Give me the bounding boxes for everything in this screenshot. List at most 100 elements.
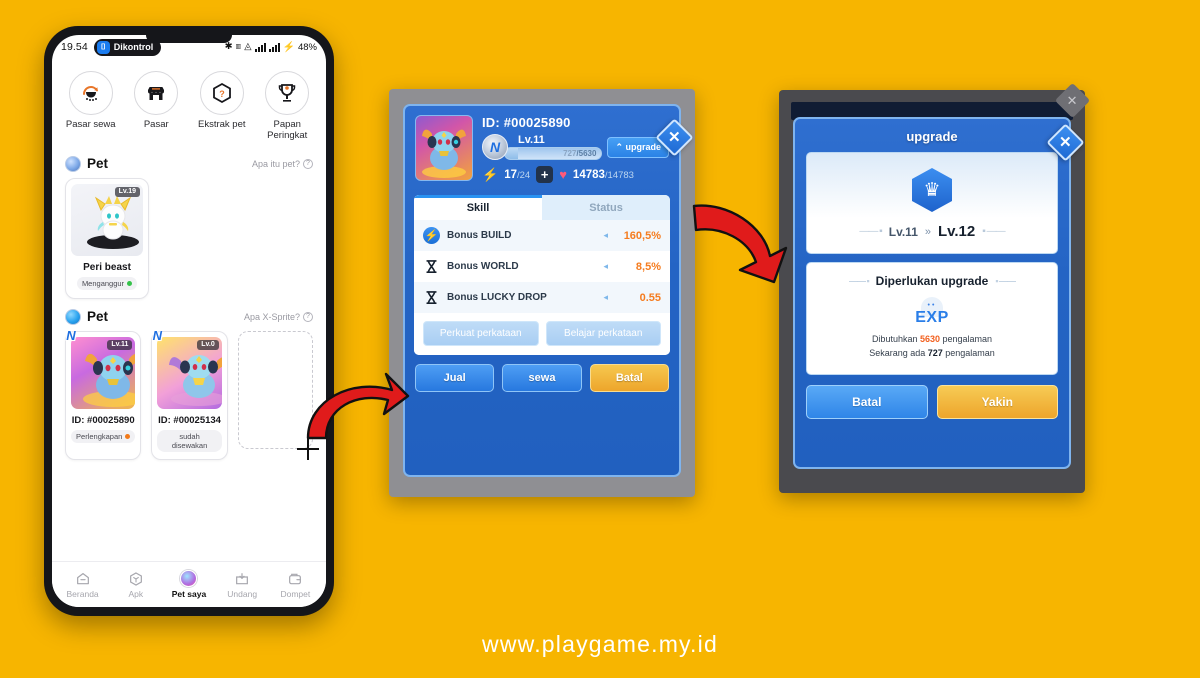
skill-value: 8,5% xyxy=(635,260,661,273)
signal-icon xyxy=(268,42,280,52)
level-preview-card: ♛ —— ▪ Lv.11 » Lv.12 ▪ —— xyxy=(806,152,1058,254)
pet-help-link[interactable]: Apa itu pet? ? xyxy=(251,158,313,169)
nav-label: Apk xyxy=(128,589,144,599)
strengthen-word-button[interactable]: Perkuat perkataan xyxy=(423,321,539,346)
requirement-card: —— ▪ Diperlukan upgrade ▪ —— •• EXP Dibu… xyxy=(806,262,1058,375)
xsprite-card-list: N Lv.11 ID: #00025890 Perlengkapan N Lv.… xyxy=(52,328,326,460)
status-dot-icon xyxy=(125,433,131,439)
upgrade-dialog-title: upgrade xyxy=(906,129,958,144)
rent-button[interactable]: sewa xyxy=(502,364,582,392)
upgrade-action-row: Batal Yakin xyxy=(795,384,1069,419)
xsprite-section-icon xyxy=(65,308,81,325)
pet-status-label: Menganggur xyxy=(81,278,125,288)
nav-item-undang[interactable]: Undang xyxy=(217,570,267,599)
pet-card[interactable]: N Lv.0 ID: #00025134 sudah disewakan xyxy=(151,328,228,460)
word-action-row: Perkuat perkataan Belajar perkataan xyxy=(414,313,670,355)
detail-action-row: Jual sewa Batal xyxy=(405,355,679,392)
pet-avatar-icon xyxy=(164,570,214,587)
requirement-title: Diperlukan upgrade xyxy=(875,274,989,288)
quick-action-ekstrak-pet[interactable]: ? Ekstrak pet xyxy=(191,71,253,142)
n-badge-icon: N xyxy=(152,328,163,344)
pet-help-label: Apa itu pet? xyxy=(251,158,300,169)
pet-level-badge: Lv.19 xyxy=(114,186,140,197)
quick-action-label: Pasar xyxy=(143,119,169,130)
xp-progress-bar: 727/5630 xyxy=(504,147,603,160)
xp-current: 727 xyxy=(563,149,577,158)
exp-icon: •• EXP xyxy=(911,297,953,327)
close-glyph: ✕ xyxy=(668,128,681,146)
energy-value: 17/24 xyxy=(504,168,531,181)
level-xp-stack: Lv.11 727/5630 xyxy=(504,134,603,160)
decor-line-left: —— ▪ xyxy=(848,276,870,286)
skill-row: Bonus WORLD ◂ 8,5% xyxy=(414,251,670,282)
nav-label: Beranda xyxy=(66,589,99,599)
decor-line-right: ▪ —— xyxy=(982,226,1005,237)
question-mark-icon: ? xyxy=(303,158,313,169)
pet-card[interactable]: Lv.19 Peri beast Menganggur xyxy=(65,177,149,299)
required-exp-line: Dibutuhkan 5630 pengalaman xyxy=(815,333,1049,347)
cancel-button[interactable]: Batal xyxy=(589,364,669,392)
section-header-xsprite: Pet Apa X-Sprite? ? xyxy=(52,299,326,331)
upgrade-dialog: ✕ upgrade ♛ —— ▪ Lv.11 » Lv.12 ▪ —— —— ▪… xyxy=(793,117,1085,469)
level-from: Lv.11 xyxy=(888,224,918,239)
pet-card-list: Lv.19 Peri beast Menganggur xyxy=(52,177,326,299)
sell-button[interactable]: Jual xyxy=(415,364,495,392)
chevron-right-icon: » xyxy=(924,225,931,238)
quick-action-pasar[interactable]: Pasar xyxy=(125,71,187,142)
section-title: Pet xyxy=(87,309,109,325)
data-4g-icon: ▥ xyxy=(235,44,242,50)
skill-separator-icon: ◂ xyxy=(603,230,608,240)
battery-percent: 48% xyxy=(297,41,317,53)
question-mark-icon: ? xyxy=(303,311,313,322)
xsprite-help-link[interactable]: Apa X-Sprite? ? xyxy=(244,311,313,322)
nav-label: Dompet xyxy=(280,589,311,599)
skill-row: ⚡ Bonus BUILD ◂ 160,5% xyxy=(414,220,670,251)
crosshair-marker xyxy=(297,438,319,460)
level-row: N Lv.11 727/5630 ⌃ upgrade xyxy=(482,134,669,160)
empty-pet-slot[interactable] xyxy=(237,330,314,449)
exp-label: EXP xyxy=(915,309,949,326)
quick-action-pasar-sewa[interactable]: Pasar sewa xyxy=(60,71,122,142)
nav-item-dompet[interactable]: Dompet xyxy=(270,570,320,599)
tab-skill[interactable]: Skill xyxy=(414,195,542,220)
decor-line-left: —— ▪ xyxy=(859,226,882,237)
cancel-button[interactable]: Batal xyxy=(806,384,928,419)
extract-box-icon: ? xyxy=(199,71,244,115)
section-title: Pet xyxy=(87,156,109,172)
hourglass-icon xyxy=(423,258,440,275)
skill-name: Bonus BUILD xyxy=(447,230,512,241)
n-badge-icon: N xyxy=(66,328,76,344)
xp-max: 5630 xyxy=(578,149,597,158)
skill-row: Bonus LUCKY DROP ◂ 0.55 xyxy=(414,282,670,313)
level-label: Lv.11 xyxy=(518,134,545,146)
bluetooth-icon: ✱ xyxy=(224,41,233,53)
site-watermark: www.playgame.my.id xyxy=(482,631,718,657)
status-icons: ✱ ▥ ◬ ⚡ 48% xyxy=(225,42,317,53)
pet-artwork: Lv.11 xyxy=(71,336,136,409)
apps-icon xyxy=(111,570,161,587)
current-value: 727 xyxy=(927,347,943,358)
pet-id: ID: #00025890 xyxy=(71,414,135,426)
status-time: 19.54 xyxy=(61,41,88,53)
decor-line-right: ▪ —— xyxy=(995,276,1016,286)
learn-word-button[interactable]: Belajar perkataan xyxy=(545,321,661,346)
skill-panel: Skill Status ⚡ Bonus BUILD ◂ 160,5% Bonu… xyxy=(414,195,670,355)
pet-detail-dialog: ✕ ID: #00025890 N Lv.11 727 / 5630 ⌃ upg… xyxy=(403,104,694,477)
confirm-button[interactable]: Yakin xyxy=(936,384,1058,419)
store-icon xyxy=(134,71,179,115)
nav-label: Pet saya xyxy=(171,589,207,599)
signal-icon xyxy=(254,42,266,52)
pet-card[interactable]: N Lv.11 ID: #00025890 Perlengkapan xyxy=(65,328,142,460)
nav-item-beranda[interactable]: Beranda xyxy=(58,570,108,599)
add-energy-button[interactable]: + xyxy=(536,166,554,183)
quick-action-papan-peringkat[interactable]: Papan Peringkat xyxy=(256,71,318,142)
nav-item-pet-saya[interactable]: Pet saya xyxy=(164,570,214,599)
wifi-icon: ◬ xyxy=(244,41,252,53)
pet-status-badge: Menganggur xyxy=(76,276,138,290)
pet-status-badge: Perlengkapan xyxy=(71,429,136,443)
nav-item-apk[interactable]: Apk xyxy=(111,570,161,599)
close-glyph: ✕ xyxy=(1059,133,1072,151)
tab-status[interactable]: Status xyxy=(542,195,670,220)
pet-stats-row: ⚡ 17/24 + ♥ 14783/14783 xyxy=(482,166,669,183)
pet-info: ID: #00025890 N Lv.11 727/5630 ⌃ upgrade… xyxy=(482,115,669,183)
